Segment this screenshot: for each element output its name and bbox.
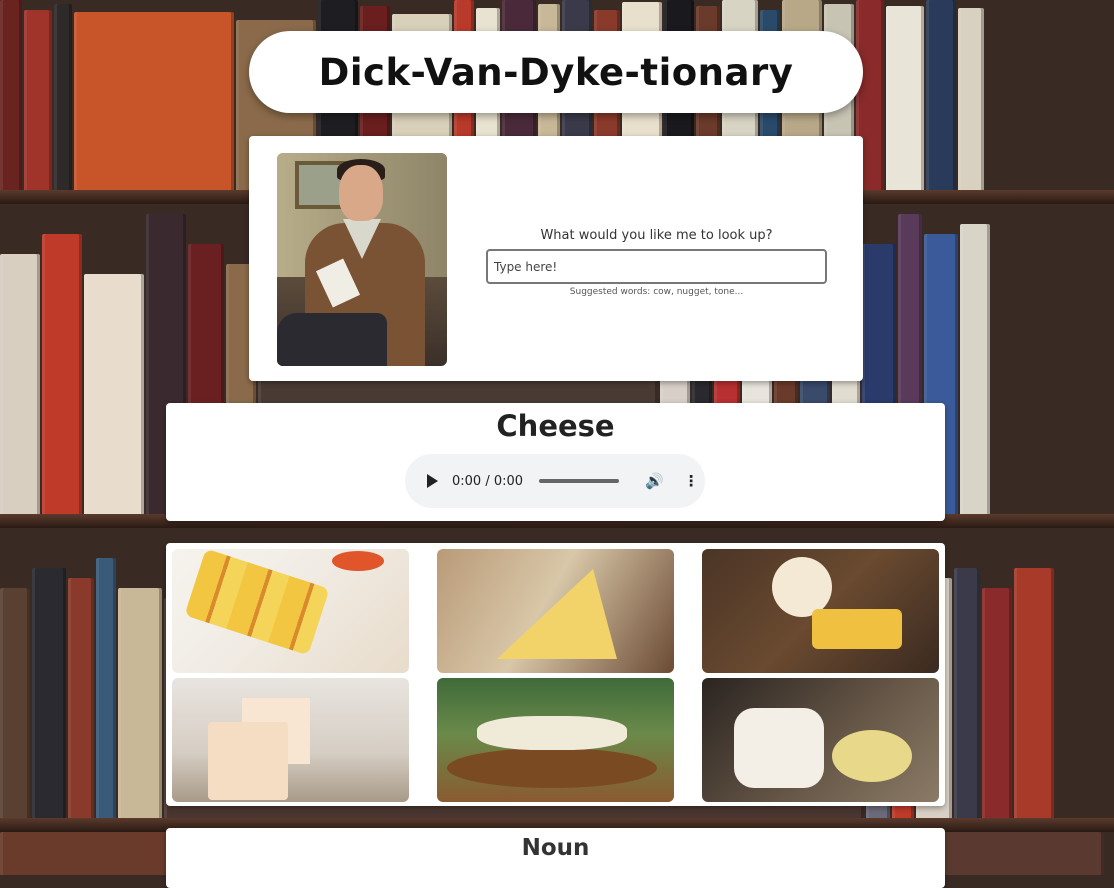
gallery-image-brie [702,678,939,802]
play-icon[interactable] [427,474,438,488]
definition-section-noun: Noun [166,828,945,888]
app-title-banner: Dick-Van-Dyke-tionary [249,31,863,113]
gallery-image-paneer-skewers [172,549,409,673]
more-vertical-icon[interactable]: ⋮ [684,472,699,490]
audio-progress-track[interactable] [539,479,620,483]
pronunciation-audio-player[interactable]: 0:00 / 0:00 🔊 ⋮ [405,454,705,508]
part-of-speech-heading: Noun [521,835,590,861]
search-card: What would you like me to look up? Sugge… [249,136,863,381]
app-title: Dick-Van-Dyke-tionary [318,50,794,94]
gallery-image-cheese-platter [437,678,674,802]
audio-time: 0:00 / 0:00 [452,473,524,489]
gallery-image-swiss-cheese [437,549,674,673]
word-header-card: Cheese 0:00 / 0:00 🔊 ⋮ [166,403,945,521]
volume-icon[interactable]: 🔊 [645,472,664,490]
suggested-words: Suggested words: cow, nugget, tone... [569,287,744,297]
gallery-image-cheese-board [702,549,939,673]
dick-van-dyke-photo [277,153,447,366]
word-title: Cheese [496,409,615,443]
image-gallery [166,543,945,806]
gallery-image-cheese-cubes [172,678,409,802]
search-prompt: What would you like me to look up? [540,228,773,243]
search-input[interactable] [486,249,827,284]
